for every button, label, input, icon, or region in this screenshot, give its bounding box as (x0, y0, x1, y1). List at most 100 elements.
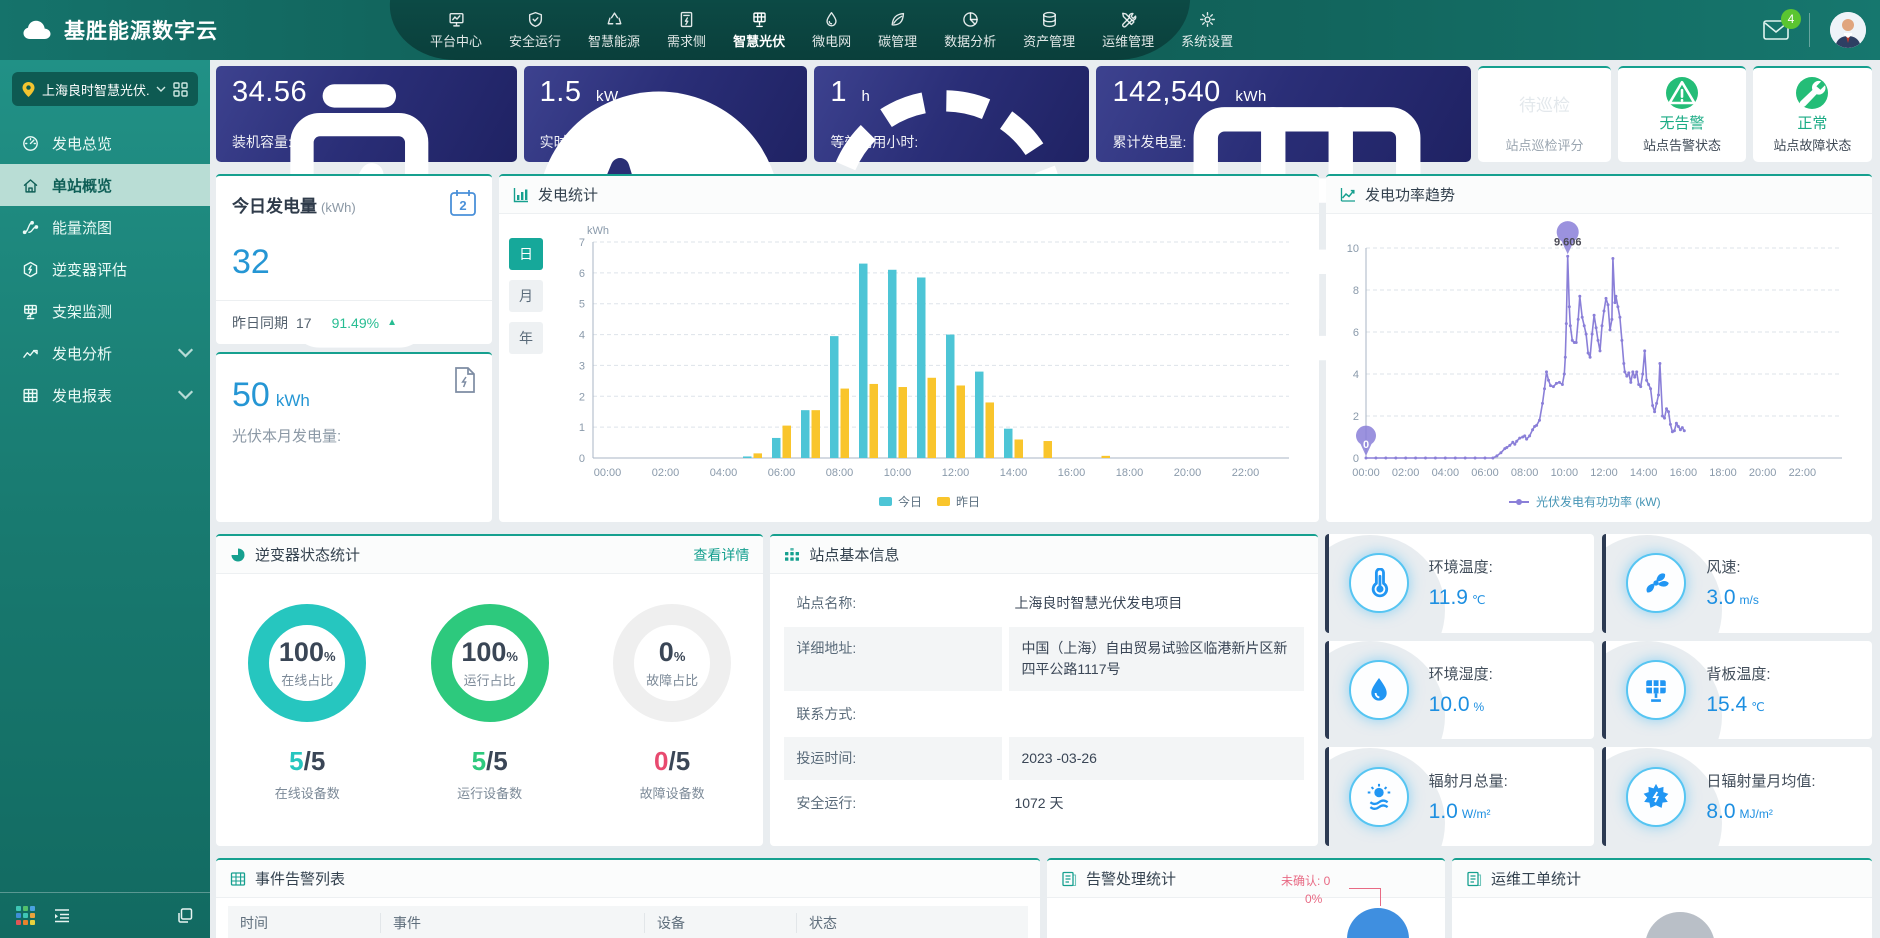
main-content: 34.56装机容量:1.5 kW实时功率:1 h等效利用小时:24142,540… (216, 66, 1872, 938)
weather-label: 风速: (1706, 556, 1759, 577)
station-icon (22, 177, 39, 194)
view-details-link[interactable]: 查看详情 (693, 545, 749, 565)
sidebar-item-overview[interactable]: 发电总览 (0, 122, 210, 164)
nav-item-data-analysis[interactable]: 数据分析 (944, 11, 996, 50)
alarm-pie-label: 未确认: 0 0% (1281, 872, 1330, 908)
topbar-right: 4 (1763, 0, 1866, 60)
inverter-gauge-0: 100% 在线占比 5/5 在线设备数 (227, 604, 387, 802)
nav-item-asset[interactable]: 资产管理 (1023, 11, 1075, 50)
safe-run-icon (527, 11, 544, 28)
kpi-card-1: 1.5 kW实时功率: (524, 66, 808, 162)
sidebar-menu: 发电总览单站概览能量流图逆变器评估支架监测发电分析发电报表 (0, 122, 210, 416)
station-grid-icon[interactable] (173, 82, 188, 97)
weather-icon-ring (1349, 553, 1409, 613)
nav-item-demand-side[interactable]: 需求侧 (667, 11, 706, 50)
site-info-title: 站点基本信息 (809, 544, 899, 565)
nav-item-microgrid[interactable]: 微电网 (812, 11, 851, 50)
inverter-eval-icon (22, 261, 39, 278)
nav-item-label: 数据分析 (944, 31, 996, 50)
platform-center-icon (448, 11, 465, 28)
multi-window-icon[interactable] (176, 907, 194, 925)
report-icon (22, 387, 39, 404)
chevron-down-icon (156, 86, 166, 93)
site-info-label: 安全运行: (784, 782, 1002, 825)
nav-item-settings[interactable]: 系统设置 (1181, 11, 1233, 50)
work-order-pie-chart (1645, 912, 1715, 938)
settings-icon (1199, 11, 1216, 28)
compare-percent: 91.49% (332, 315, 379, 331)
month-generation-label: 光伏本月发电量: (216, 415, 492, 446)
sidebar-item-rack[interactable]: 支架监测 (0, 290, 210, 332)
overview-icon (22, 135, 39, 152)
demand-side-icon (678, 11, 695, 28)
donut-ring: 100% 在线占比 (248, 604, 366, 722)
weather-value: 10.0% (1429, 693, 1493, 717)
nav-item-smart-energy[interactable]: 智慧能源 (588, 11, 640, 50)
today-generation-card: 今日发电量(kWh) 2 32 昨日同期 17 91.49% ▲ (216, 174, 492, 344)
sidebar-item-inverter-eval[interactable]: 逆变器评估 (0, 248, 210, 290)
svg-text:3: 3 (579, 360, 585, 372)
svg-text:9.606: 9.606 (1554, 236, 1582, 248)
sidebar-item-report[interactable]: 发电报表 (0, 374, 210, 416)
nav-item-label: 安全运行 (509, 31, 561, 50)
site-info-value (1002, 693, 1303, 735)
weather-label: 环境温度: (1429, 556, 1493, 577)
weather-card-sun-bolt: 日辐射量月均值: 8.0MJ/m² (1602, 747, 1872, 846)
nav-item-smart-pv[interactable]: 智慧光伏 (733, 11, 785, 50)
smart-pv-icon (751, 11, 768, 28)
sidebar-item-gen-analysis[interactable]: 发电分析 (0, 332, 210, 374)
pending-watermark: 待巡检 (1519, 91, 1570, 116)
gen-analysis-icon (22, 345, 39, 362)
nav-item-safe-run[interactable]: 安全运行 (509, 11, 561, 50)
sidebar-item-energy-flow[interactable]: 能量流图 (0, 206, 210, 248)
site-info-value: 2023 -03-26 (1009, 737, 1303, 780)
apps-grid-icon[interactable] (16, 906, 35, 925)
status-card-2: 正常站点故障状态 (1753, 66, 1872, 162)
weather-card-fan: 风速: 3.0m/s (1602, 534, 1872, 633)
nav-item-label: 平台中心 (430, 31, 482, 50)
svg-text:08:00: 08:00 (1511, 467, 1539, 479)
up-arrow-icon: ▲ (387, 317, 397, 328)
device-count-label: 运行设备数 (457, 783, 522, 802)
weather-value: 11.9℃ (1429, 586, 1493, 610)
thermometer-icon (1364, 568, 1394, 598)
device-count: 5/5 (472, 746, 508, 777)
weather-card-radiation: 辐射月总量: 1.0W/m² (1325, 747, 1595, 846)
data-analysis-icon (962, 11, 979, 28)
nav-item-label: 智慧光伏 (733, 31, 785, 50)
ops-icon (1120, 11, 1137, 28)
svg-text:10: 10 (1347, 243, 1359, 255)
sidebar: 上海良时智慧光伏... 发电总览单站概览能量流图逆变器评估支架监测发电分析发电报… (0, 60, 210, 938)
site-info-row: 联系方式: (784, 693, 1303, 735)
event-column-3: 状态 (796, 913, 1028, 933)
svg-text:00:00: 00:00 (1352, 467, 1380, 479)
user-avatar[interactable] (1830, 12, 1866, 48)
svg-text:02:00: 02:00 (652, 467, 680, 479)
svg-text:7: 7 (579, 237, 585, 249)
svg-text:14:00: 14:00 (1000, 467, 1028, 479)
donut-ring: 100% 运行占比 (431, 604, 549, 722)
tab-period-2[interactable]: 年 (509, 322, 543, 354)
messages-button[interactable]: 4 (1763, 19, 1789, 41)
chevron-down-icon (177, 345, 194, 362)
generation-stats-header: 发电统计 (499, 176, 1319, 214)
weather-label: 日辐射量月均值: (1706, 770, 1815, 791)
donut-ring: 0% 故障占比 (613, 604, 731, 722)
nav-item-ops[interactable]: 运维管理 (1102, 11, 1154, 50)
legend-yesterday[interactable]: 昨日 (937, 495, 980, 509)
panel-temp-icon (1641, 675, 1671, 705)
month-generation-card: 50kWh 光伏本月发电量: (216, 352, 492, 522)
tab-period-0[interactable]: 日 (509, 238, 543, 270)
sidebar-item-station[interactable]: 单站概览 (0, 164, 210, 206)
tab-period-1[interactable]: 月 (509, 280, 543, 312)
station-selector[interactable]: 上海良时智慧光伏... (12, 72, 198, 106)
period-tabs: 日月年 (509, 222, 555, 520)
collapse-menu-icon[interactable] (53, 907, 71, 925)
calendar-icon: 2 (448, 188, 478, 218)
nav-item-platform-center[interactable]: 平台中心 (430, 11, 482, 50)
site-info-header: 站点基本信息 (770, 536, 1317, 574)
legend-today[interactable]: 今日 (879, 494, 922, 509)
nav-item-carbon[interactable]: 碳管理 (878, 11, 917, 50)
sidebar-item-label: 单站概览 (52, 175, 112, 196)
legend-pv-power[interactable]: 光伏发电有功功率 (kW) (1509, 494, 1661, 509)
